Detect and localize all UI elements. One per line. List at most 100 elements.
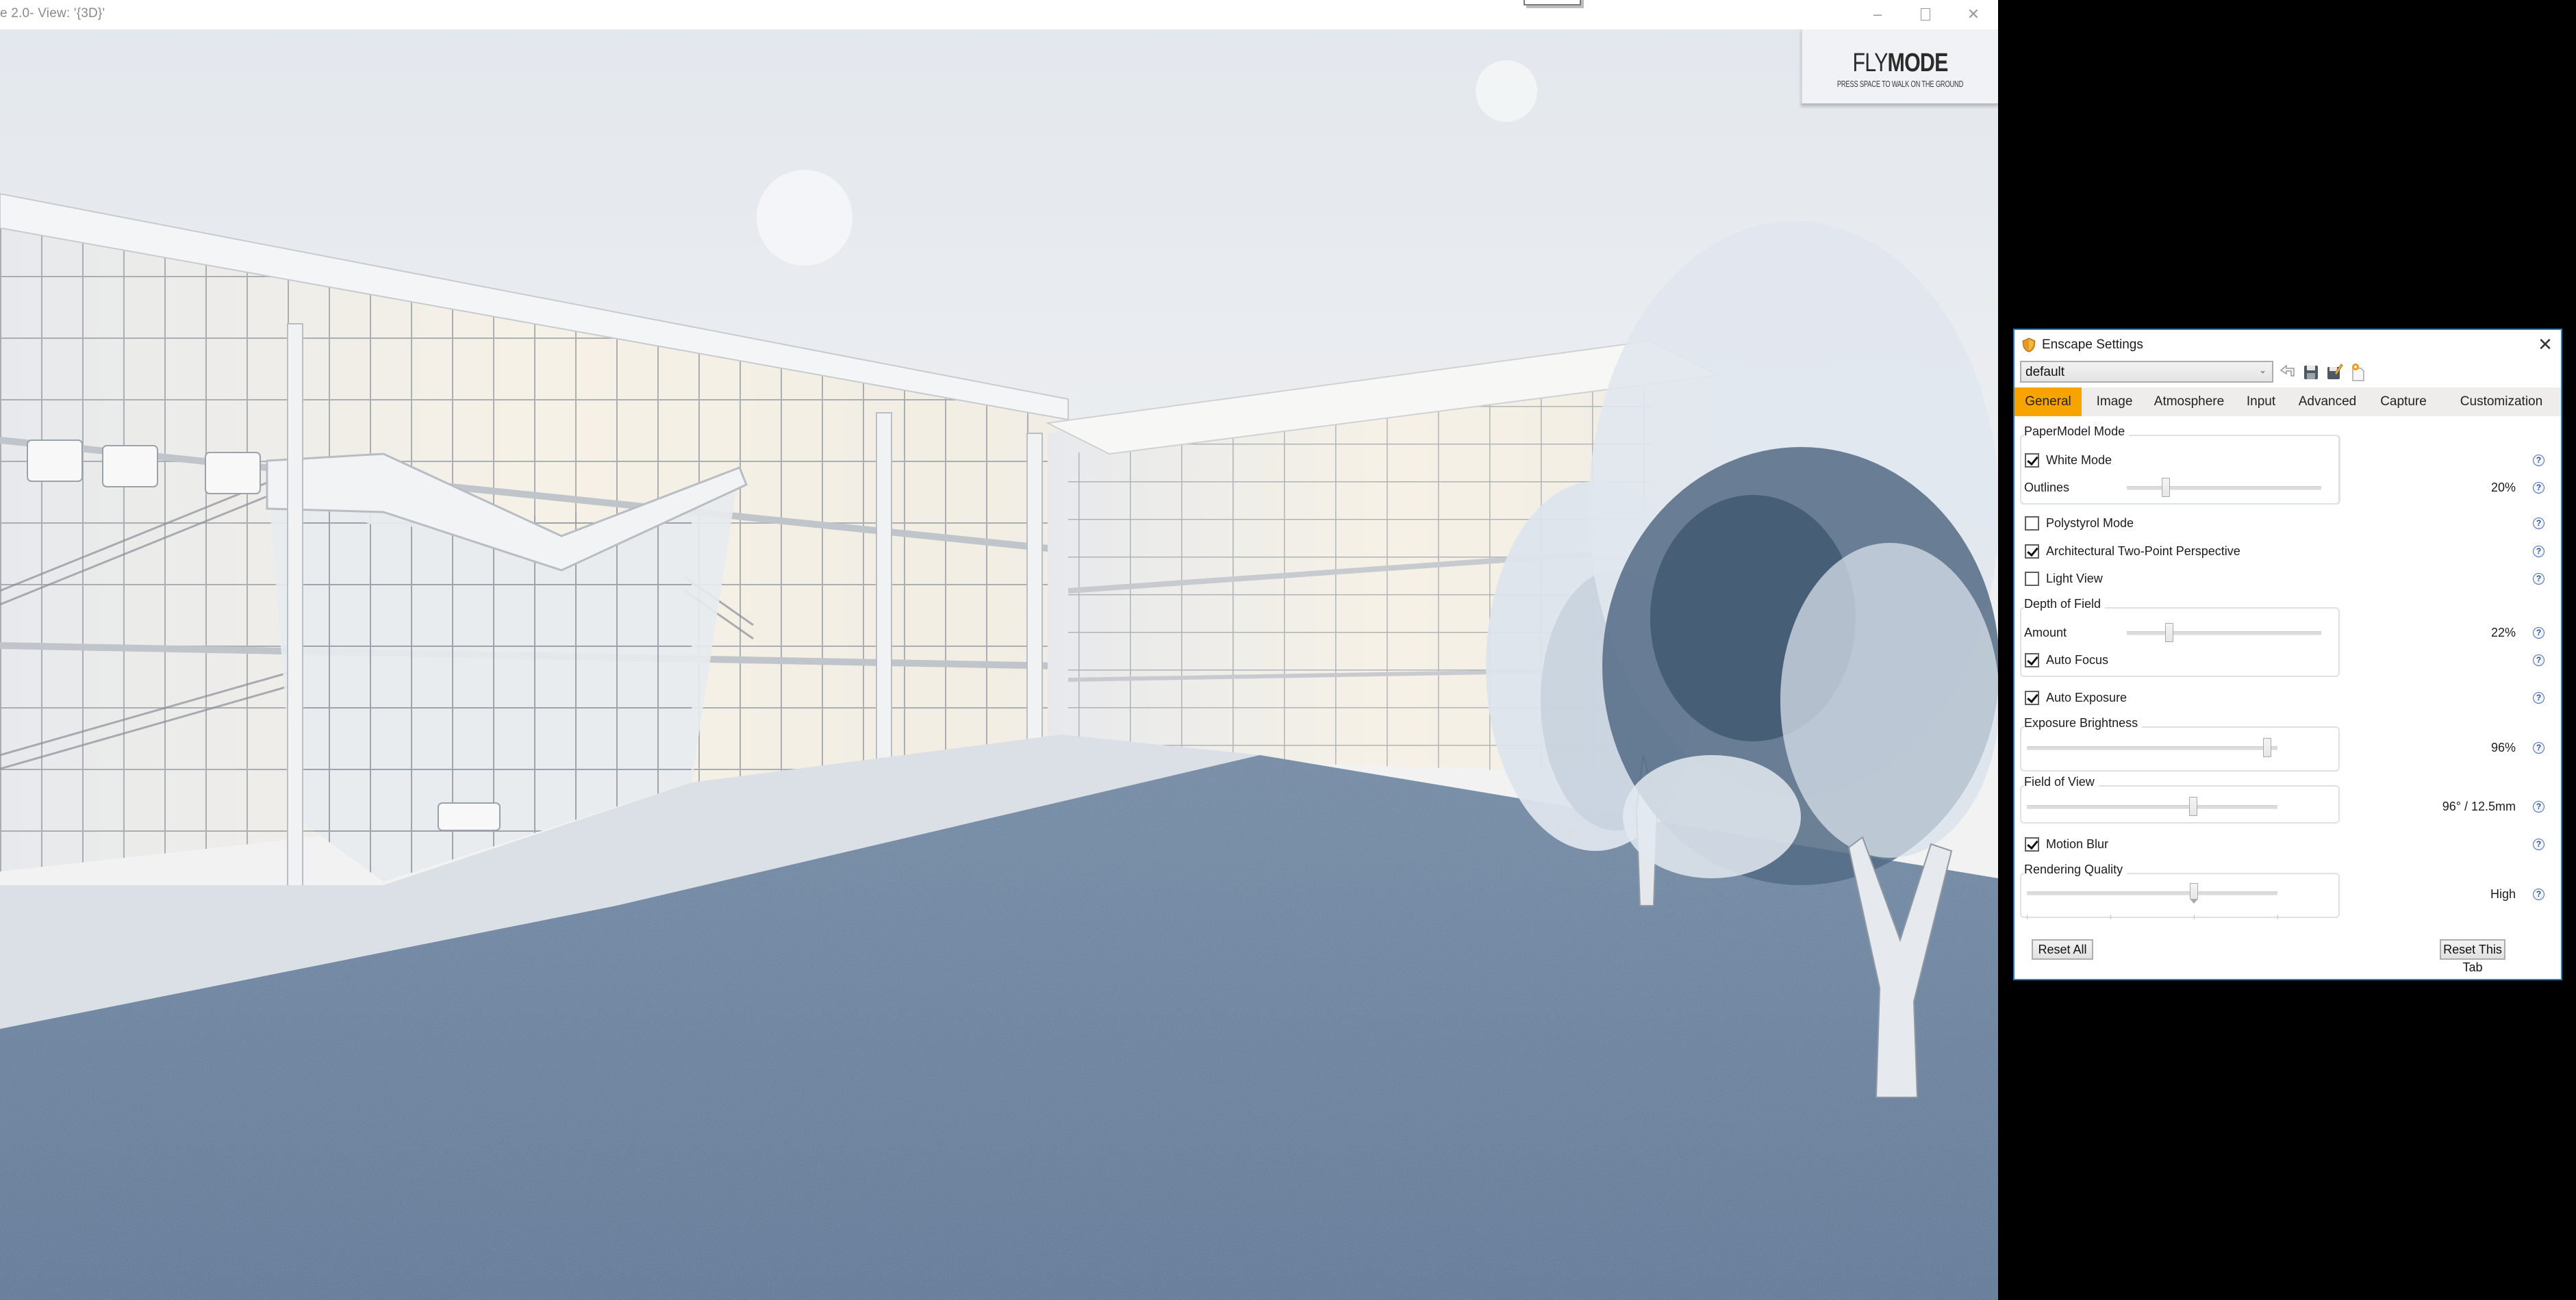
dof-amount-row: Amount 22% ? [2015,623,2561,646]
slider-track [2027,746,2277,750]
tab-general[interactable]: General [2015,387,2082,416]
slider-tick [2277,915,2278,919]
fov-value: 96° / 12.5mm [2442,800,2516,813]
auto-exposure-checkbox[interactable] [2025,691,2039,705]
tab-customization[interactable]: Customization [2443,387,2560,416]
preset-selected-value: default [2025,365,2065,379]
slider-track [2027,805,2277,809]
motion-blur-checkbox[interactable] [2025,837,2039,852]
floating-popup [1524,0,1581,5]
outlines-row: Outlines 20% ? [2015,478,2561,501]
slider-tick [2110,915,2111,919]
light-view-checkbox[interactable] [2025,572,2039,586]
help-icon[interactable]: ? [2533,455,2545,466]
render-viewport[interactable]: FLYMODE PRESS SPACE TO WALK ON THE GROUN… [0,29,1998,1300]
tab-capture[interactable]: Capture [2373,387,2434,416]
motion-blur-label: Motion Blur [2046,837,2109,851]
close-button[interactable]: ✕ [1953,3,1994,26]
dof-amount-slider[interactable] [2127,623,2321,643]
papermodel-section-label: PaperModel Mode [2024,424,2130,439]
outlines-value: 20% [2490,481,2516,494]
dof-amount-label: Amount [2024,626,2067,639]
save-icon[interactable] [2302,362,2320,381]
fov-section-label: Field of View [2024,775,2099,789]
quality-value: High [2490,887,2516,901]
quality-section-label: Rendering Quality [2024,863,2127,877]
white-mode-row: White Mode ? [2015,452,2561,474]
flymode-title: FLYMODE [1852,49,1948,77]
help-icon[interactable]: ? [2533,654,2545,666]
help-icon[interactable]: ? [2533,889,2545,900]
help-icon[interactable]: ? [2533,518,2545,529]
flymode-badge: FLYMODE PRESS SPACE TO WALK ON THE GROUN… [1801,29,1998,105]
slider-thumb[interactable] [2189,797,2198,816]
help-icon[interactable]: ? [2533,573,2545,585]
dialog-title: Enscape Settings [2042,337,2143,352]
polystyrol-checkbox[interactable] [2025,516,2039,531]
dof-amount-value: 22% [2490,626,2516,639]
maximize-icon [1921,8,1930,21]
auto-exposure-label: Auto Exposure [2046,691,2127,704]
tab-input[interactable]: Input [2240,387,2282,416]
dialog-titlebar[interactable]: Enscape Settings ✕ [2015,330,2561,359]
exposure-row: 96% ? [2015,738,2561,761]
outlines-slider[interactable] [2127,478,2321,498]
two-point-perspective-label: Architectural Two-Point Perspective [2046,544,2240,558]
settings-tabs: General Image Atmosphere Input Advanced … [2015,387,2561,416]
tab-image[interactable]: Image [2091,387,2138,416]
save-as-icon[interactable] [2325,362,2343,381]
help-icon[interactable]: ? [2533,692,2545,704]
rendered-scene [0,29,1998,1300]
enscape-logo-icon [2022,337,2036,353]
exposure-brightness-slider[interactable] [2027,738,2277,759]
slider-thumb[interactable] [2189,883,2198,904]
reset-this-tab-button[interactable]: Reset This Tab [2440,939,2505,974]
minimize-button[interactable]: – [1857,3,1898,26]
new-preset-icon[interactable] [2349,362,2366,381]
auto-focus-label: Auto Focus [2046,653,2109,667]
light-view-row: Light View ? [2015,570,2561,592]
polystyrol-row: Polystyrol Mode ? [2015,515,2561,537]
help-icon[interactable]: ? [2533,801,2545,813]
slider-track [2027,891,2277,895]
tab-atmosphere[interactable]: Atmosphere [2149,387,2230,416]
exposure-section-label: Exposure Brightness [2024,716,2143,730]
field-of-view-slider[interactable] [2027,797,2277,817]
two-point-row: Architectural Two-Point Perspective ? [2015,543,2561,565]
exposure-value: 96% [2490,741,2516,754]
rendering-quality-slider[interactable] [2027,883,2278,923]
help-icon[interactable]: ? [2533,546,2545,557]
quality-row: High ? [2015,883,2561,919]
dialog-close-button[interactable]: ✕ [2535,334,2555,355]
help-icon[interactable]: ? [2533,482,2545,494]
slider-tick [2027,915,2028,919]
reset-all-button[interactable]: Reset All [2032,939,2093,960]
white-mode-checkbox[interactable] [2025,453,2039,468]
motion-blur-row: Motion Blur ? [2015,836,2561,858]
enscape-main-window: e 2.0- View: '{3D}' – ✕ FLYMODE PRESS SP… [0,0,1998,1300]
dof-section-label: Depth of Field [2024,597,2106,611]
enscape-settings-dialog: Enscape Settings ✕ default ⌄ General Ima… [2013,329,2562,980]
auto-focus-checkbox[interactable] [2025,653,2039,667]
preset-dropdown[interactable]: default ⌄ [2020,361,2273,383]
tab-advanced[interactable]: Advanced [2291,387,2364,416]
window-title: e 2.0- View: '{3D}' [0,6,105,21]
slider-thumb[interactable] [2263,738,2272,757]
auto-exposure-row: Auto Exposure ? [2015,689,2561,711]
slider-track [2127,486,2321,490]
undo-icon[interactable] [2279,362,2297,381]
slider-thumb[interactable] [2165,623,2174,642]
maximize-button[interactable] [1905,3,1946,26]
help-icon[interactable]: ? [2533,742,2545,754]
window-titlebar[interactable]: e 2.0- View: '{3D}' – ✕ [0,0,1998,29]
auto-focus-row: Auto Focus ? [2015,652,2561,674]
help-icon[interactable]: ? [2533,839,2545,850]
white-mode-label: White Mode [2046,453,2112,467]
slider-thumb[interactable] [2161,478,2170,497]
light-view-label: Light View [2046,572,2103,585]
close-icon: ✕ [2538,334,2553,355]
fov-row: 96° / 12.5mm ? [2015,797,2561,820]
two-point-perspective-checkbox[interactable] [2025,544,2039,559]
help-icon[interactable]: ? [2533,627,2545,639]
slider-track [2127,631,2321,635]
